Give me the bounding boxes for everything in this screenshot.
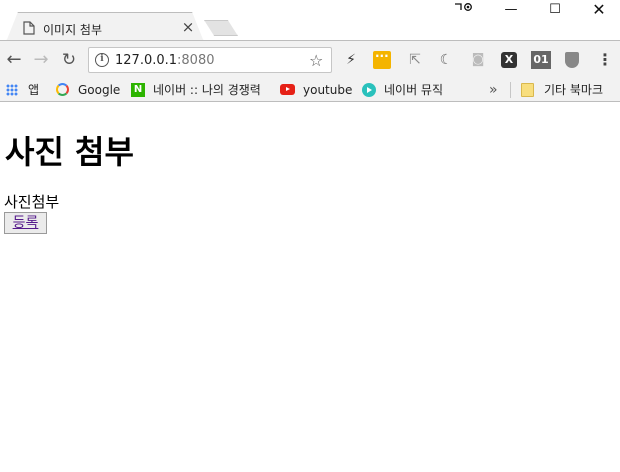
new-tab-button[interactable]: [204, 20, 238, 36]
close-window-button[interactable]: ✕: [576, 0, 620, 22]
bookmark-naver-music[interactable]: 네이버 뮤직: [362, 78, 443, 101]
page-content: 사진 첨부 사진첨부 등록: [0, 103, 620, 472]
forward-button[interactable]: →: [30, 49, 52, 71]
bookmark-label: 앱: [28, 83, 40, 97]
page-title: 사진 첨부: [5, 133, 134, 171]
youtube-icon: [280, 84, 295, 95]
bookmark-naver[interactable]: N 네이버 :: 나의 경쟁력: [131, 78, 261, 101]
bookmark-label: 네이버 뮤직: [384, 83, 444, 97]
reload-button[interactable]: ↻: [58, 49, 80, 71]
url-port: :8080: [177, 53, 215, 68]
cursor-extension-icon[interactable]: ⇱: [406, 51, 424, 69]
google-icon: [56, 83, 69, 96]
profile-glyph-icon: [455, 3, 472, 11]
address-bar[interactable]: i 127.0.0.1:8080 ☆: [88, 47, 332, 73]
tab-title: 이미지 첨부: [43, 23, 103, 37]
browser-tab[interactable]: 이미지 첨부 ×: [6, 12, 204, 42]
browser-menu-icon[interactable]: ⋮: [597, 51, 613, 69]
memo-extension-icon[interactable]: [373, 49, 391, 69]
bookmark-star-icon[interactable]: ☆: [309, 51, 323, 70]
bookmarks-overflow-button[interactable]: »: [489, 78, 498, 101]
browser-titlebar: 이미지 첨부 × — ☐ ✕: [0, 0, 620, 42]
x-extension-icon[interactable]: X: [501, 52, 517, 68]
profile-icon[interactable]: [444, 0, 484, 22]
bookmarks-bar: 앱 Google N 네이버 :: 나의 경쟁력 youtube 네이버 뮤직 …: [0, 78, 620, 102]
tab-inner: 이미지 첨부 ×: [7, 13, 203, 42]
url-text[interactable]: 127.0.0.1:8080: [115, 53, 215, 68]
bookmark-label: Google: [78, 82, 121, 97]
bookmark-youtube[interactable]: youtube: [280, 78, 352, 101]
bookmark-google[interactable]: Google: [56, 78, 120, 101]
other-bookmarks-folder[interactable]: 기타 북마크: [521, 78, 603, 101]
dark-mode-extension-icon[interactable]: ☾: [437, 51, 455, 69]
apps-grid-icon: [6, 83, 18, 96]
folder-icon: [521, 82, 534, 97]
tab-close-icon[interactable]: ×: [179, 18, 197, 36]
camera-extension-icon[interactable]: ◙: [469, 51, 487, 69]
url-host: 127.0.0.1: [115, 53, 178, 68]
bookmark-label: 네이버 :: 나의 경쟁력: [153, 83, 261, 97]
back-button[interactable]: ←: [3, 49, 25, 71]
bolt-extension-icon[interactable]: ⚡: [342, 51, 360, 69]
binary-extension-icon[interactable]: 01: [531, 51, 551, 69]
bookmark-label: youtube: [303, 82, 353, 97]
bookmark-label: 기타 북마크: [544, 83, 604, 97]
bookmarks-divider: [510, 82, 511, 98]
maximize-button[interactable]: ☐: [532, 0, 578, 22]
photo-attach-label: 사진첨부: [4, 193, 60, 211]
submit-button[interactable]: 등록: [4, 212, 47, 234]
minimize-button[interactable]: —: [488, 0, 534, 22]
shield-extension-icon[interactable]: [565, 52, 579, 68]
site-info-icon[interactable]: i: [95, 53, 109, 67]
naver-music-icon: [362, 82, 376, 97]
bookmark-apps[interactable]: 앱: [6, 78, 39, 101]
naver-icon: N: [131, 82, 145, 97]
browser-toolbar: ← → ↻ i 127.0.0.1:8080 ☆ ⚡ ⇱ ☾ ◙ X 01 ⋮: [0, 40, 620, 78]
page-icon: [23, 21, 35, 35]
